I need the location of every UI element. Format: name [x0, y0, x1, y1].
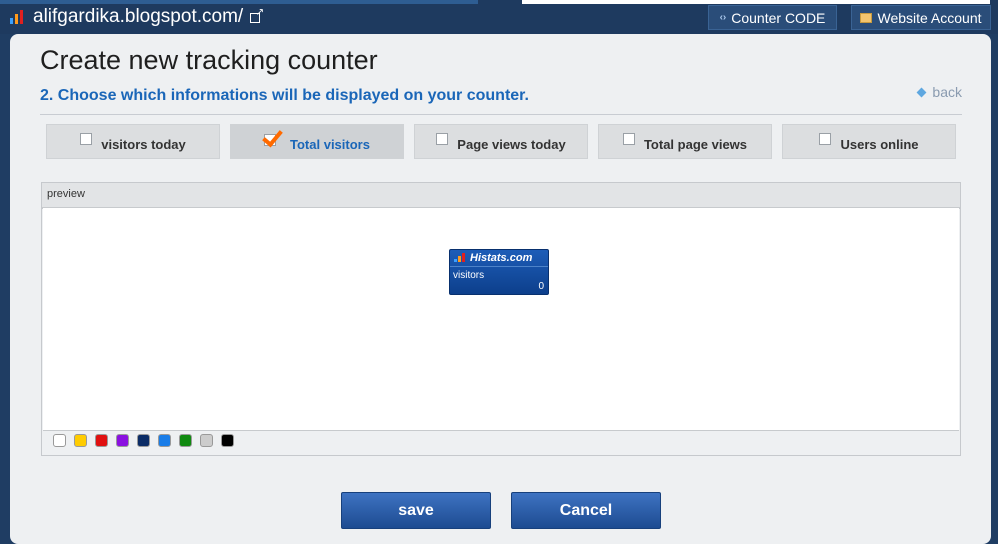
- top-strip-right: [522, 0, 990, 4]
- preview-box: preview Histats.com visitors 0: [41, 182, 961, 456]
- stats-bars-icon: [10, 9, 26, 25]
- folder-icon: [860, 12, 873, 23]
- divider: [40, 114, 962, 115]
- swatch-navy[interactable]: [137, 434, 150, 447]
- option-label: visitors today: [101, 137, 186, 152]
- counter-brand: Histats.com: [470, 252, 533, 264]
- back-link[interactable]: back: [916, 84, 962, 100]
- checkmark-icon[interactable]: [262, 125, 286, 148]
- swatch-white[interactable]: [53, 434, 66, 447]
- main-panel: Create new tracking counter 2. Choose wh…: [10, 34, 991, 544]
- page-title: Create new tracking counter: [40, 45, 378, 75]
- website-account-label: Website Account: [877, 9, 982, 26]
- top-bar: alifgardika.blogspot.com/ ↗ ‹› Counter C…: [0, 0, 998, 34]
- preview-area: Histats.com visitors 0: [43, 208, 959, 431]
- counter-code-button[interactable]: ‹› Counter CODE: [708, 5, 837, 30]
- cancel-button[interactable]: Cancel: [511, 492, 661, 529]
- stats-bars-icon: [454, 253, 466, 263]
- diamond-icon: [916, 87, 927, 97]
- option-label: Total page views: [643, 137, 748, 152]
- swatch-black[interactable]: [221, 434, 234, 447]
- option-total-page-views[interactable]: Total page views: [598, 124, 772, 159]
- swatch-gray[interactable]: [200, 434, 213, 447]
- back-label[interactable]: back: [932, 84, 962, 100]
- checkbox[interactable]: [436, 132, 449, 145]
- option-label: Users online: [840, 137, 919, 152]
- option-label: Total visitors: [290, 137, 370, 152]
- code-icon: ‹›: [719, 12, 727, 23]
- site-url[interactable]: alifgardika.blogspot.com/: [33, 6, 243, 28]
- color-swatches: [53, 434, 234, 447]
- step-subtitle: 2. Choose which informations will be dis…: [40, 87, 529, 104]
- top-strip-left: [0, 0, 478, 4]
- option-users-online[interactable]: Users online: [782, 124, 956, 159]
- swatch-red[interactable]: [95, 434, 108, 447]
- option-visitors-today[interactable]: visitors today: [46, 124, 220, 159]
- site-link[interactable]: alifgardika.blogspot.com/ ↗: [10, 6, 264, 28]
- preview-label: preview: [42, 183, 960, 209]
- checkbox[interactable]: [819, 132, 832, 145]
- counter-header: Histats.com: [450, 250, 548, 267]
- website-account-button[interactable]: Website Account: [851, 5, 991, 30]
- counter-label: visitors: [453, 270, 485, 281]
- checkbox[interactable]: [80, 132, 93, 145]
- option-total-visitors[interactable]: Total visitors: [230, 124, 404, 159]
- external-link-icon[interactable]: ↗: [250, 7, 264, 23]
- save-button[interactable]: save: [341, 492, 491, 529]
- swatch-green[interactable]: [179, 434, 192, 447]
- counter-code-label: Counter CODE: [731, 9, 826, 26]
- swatch-yellow[interactable]: [74, 434, 87, 447]
- swatch-purple[interactable]: [116, 434, 129, 447]
- swatch-blue[interactable]: [158, 434, 171, 447]
- counter-value: 0: [538, 281, 544, 292]
- checkbox[interactable]: [622, 132, 635, 145]
- option-page-views-today[interactable]: Page views today: [414, 124, 588, 159]
- option-label: Page views today: [457, 137, 566, 152]
- counter-widget[interactable]: Histats.com visitors 0: [449, 249, 549, 295]
